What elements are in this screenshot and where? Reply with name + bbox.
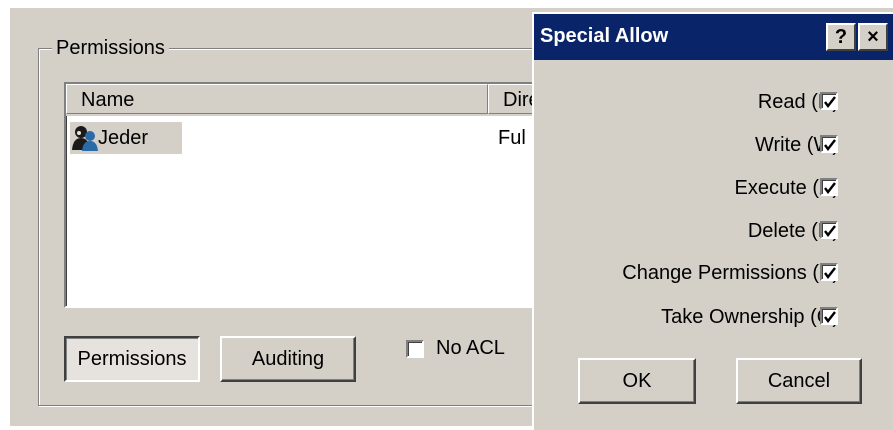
take-ownership-checkbox[interactable] bbox=[820, 307, 838, 325]
ok-button[interactable]: OK bbox=[578, 358, 696, 404]
users-icon bbox=[70, 122, 100, 152]
list-item-name: Jeder bbox=[98, 127, 149, 149]
list-header: Name Dire bbox=[66, 84, 536, 116]
permission-change-permissions[interactable]: Change Permissions (P) bbox=[622, 260, 839, 286]
column-header-directory[interactable]: Dire bbox=[488, 84, 536, 114]
permissions-button[interactable]: Permissions bbox=[64, 336, 200, 382]
permission-label: Take Ownership (O) bbox=[661, 306, 839, 328]
no-acl-checkbox[interactable] bbox=[406, 340, 424, 358]
help-button[interactable]: ? bbox=[826, 23, 856, 51]
permission-label: Change Permissions (P) bbox=[622, 262, 839, 284]
list-item[interactable]: Jeder bbox=[70, 122, 182, 154]
no-acl-label: No ACL bbox=[436, 337, 505, 359]
permission-take-ownership[interactable]: Take Ownership (O) bbox=[661, 304, 839, 330]
write-checkbox[interactable] bbox=[820, 135, 838, 153]
permissions-list[interactable]: Name Dire Jeder Ful bbox=[64, 82, 538, 308]
change-permissions-checkbox[interactable] bbox=[820, 263, 838, 281]
delete-checkbox[interactable] bbox=[820, 221, 838, 239]
read-checkbox[interactable] bbox=[820, 92, 838, 110]
checkmark-icon bbox=[824, 225, 836, 237]
list-item-access: Ful bbox=[498, 127, 526, 149]
dialog-titlebar[interactable]: Special Allow ? × bbox=[534, 14, 893, 60]
auditing-button[interactable]: Auditing bbox=[220, 336, 356, 382]
checkmark-icon bbox=[824, 267, 836, 279]
checkmark-icon bbox=[824, 96, 836, 108]
execute-checkbox[interactable] bbox=[820, 178, 838, 196]
checkmark-icon bbox=[824, 311, 836, 323]
checkmark-icon bbox=[824, 139, 836, 151]
dialog-title: Special Allow bbox=[540, 25, 669, 47]
column-header-name[interactable]: Name bbox=[66, 84, 488, 114]
close-button[interactable]: × bbox=[858, 23, 888, 51]
special-allow-dialog: Special Allow ? × Read (R) Write (W) Exe… bbox=[532, 12, 893, 430]
cancel-button[interactable]: Cancel bbox=[736, 358, 862, 404]
checkmark-icon bbox=[824, 182, 836, 194]
permissions-group-title: Permissions bbox=[52, 36, 169, 60]
